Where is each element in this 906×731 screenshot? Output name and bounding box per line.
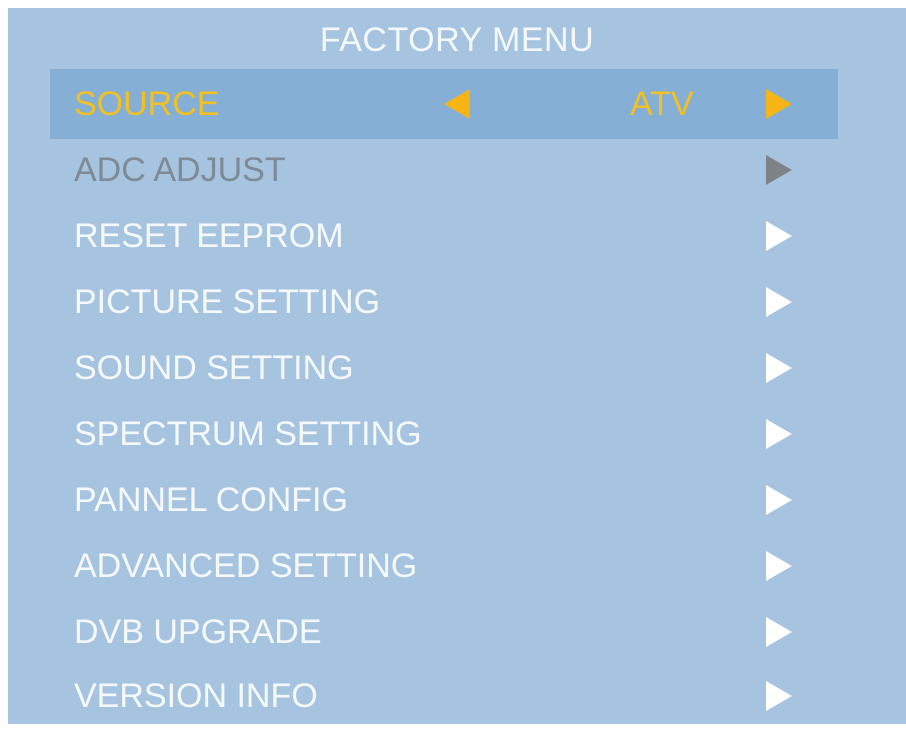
triangle-right-icon	[766, 353, 792, 383]
source-value: ATV	[630, 85, 694, 123]
menu-item-version-info[interactable]: VERSION INFO	[50, 661, 838, 731]
triangle-right-icon	[766, 287, 792, 317]
menu-item-picture-setting[interactable]: PICTURE SETTING	[50, 267, 838, 337]
menu-item-label: VERSION INFO	[74, 677, 318, 715]
triangle-right-icon	[766, 155, 792, 185]
triangle-right-icon	[766, 221, 792, 251]
triangle-right-icon[interactable]	[766, 89, 792, 119]
menu-item-label: PANNEL CONFIG	[74, 481, 348, 519]
menu-item-spectrum-setting[interactable]: SPECTRUM SETTING	[50, 399, 838, 469]
menu-item-sound-setting[interactable]: SOUND SETTING	[50, 333, 838, 403]
menu-item-label: ADVANCED SETTING	[74, 547, 418, 585]
menu-item-source[interactable]: SOURCE ATV	[50, 69, 838, 139]
menu-title: FACTORY MENU	[319, 21, 595, 59]
menu-item-dvb-upgrade[interactable]: DVB UPGRADE	[50, 597, 838, 667]
menu-item-advanced-setting[interactable]: ADVANCED SETTING	[50, 531, 838, 601]
menu-item-label: DVB UPGRADE	[74, 613, 322, 651]
menu-item-label: SPECTRUM SETTING	[74, 415, 422, 453]
menu-item-label: SOURCE	[74, 85, 220, 123]
triangle-left-icon[interactable]	[444, 89, 470, 119]
menu-item-adc-adjust[interactable]: ADC ADJUST	[50, 135, 838, 205]
triangle-right-icon	[766, 419, 792, 449]
triangle-right-icon	[766, 681, 792, 711]
menu-item-pannel-config[interactable]: PANNEL CONFIG	[50, 465, 838, 535]
menu-item-label: RESET EEPROM	[74, 217, 344, 255]
menu-item-label: PICTURE SETTING	[74, 283, 381, 321]
menu-item-reset-eeprom[interactable]: RESET EEPROM	[50, 201, 838, 271]
triangle-right-icon	[766, 617, 792, 647]
menu-item-label: SOUND SETTING	[74, 349, 354, 387]
menu-item-label: ADC ADJUST	[74, 151, 286, 189]
triangle-right-icon	[766, 485, 792, 515]
factory-menu: FACTORY MENU SOURCE ATV ADC ADJUST RESET…	[8, 8, 906, 724]
triangle-right-icon	[766, 551, 792, 581]
